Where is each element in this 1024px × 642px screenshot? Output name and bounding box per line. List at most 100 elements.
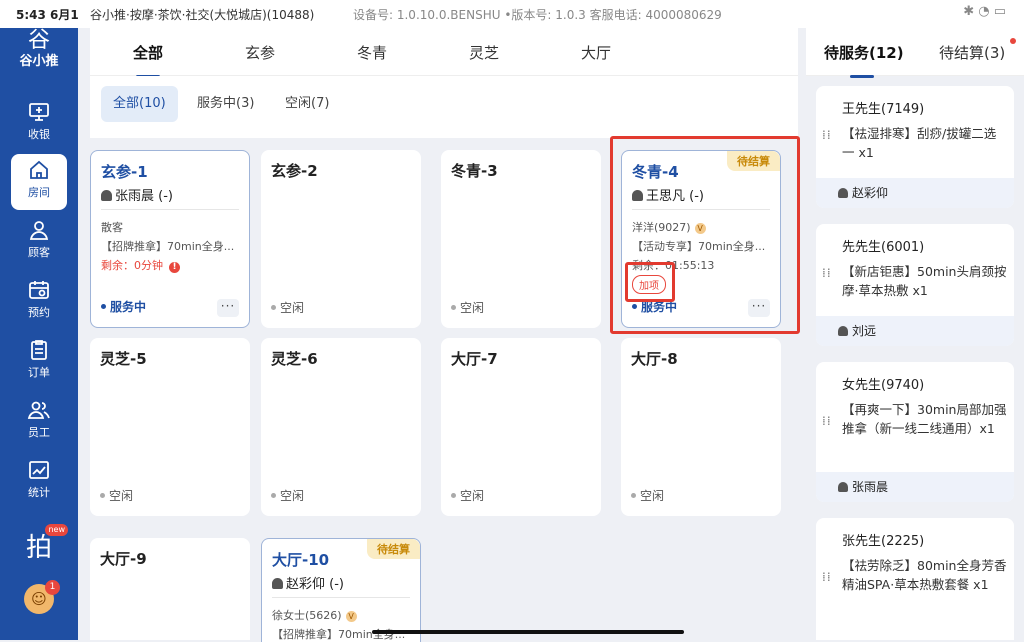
customer-text: 徐女士(5626) [272,609,342,622]
remaining-text: 剩余：0分钟 [101,259,163,272]
status-text: 空闲 [280,489,305,503]
room-card[interactable]: 玄参-1 张雨晨 (-) 散客 【招牌推拿】70min全身... 剩余：0分钟!… [90,150,250,328]
logo-glyph: 谷 [27,28,50,53]
room-name: 大厅-7 [451,350,498,368]
queue-panel: 待服务(12) 待结算(3) 王先生(7149) ⁞⁞ 【祛湿排寒】刮痧/拔罐二… [806,28,1024,640]
sidebar-item-cashier[interactable]: 收银 [11,96,67,152]
sidebar-item-label: 订单 [28,366,50,379]
room-staff: 赵彩仰 (-) [272,573,344,592]
queue-card[interactable]: 女先生(9740) ⁞⁞ 【再爽一下】30min局部加强推拿（新一线二线通用）x… [816,362,1014,502]
sidebar-item-orders[interactable]: 订单 [11,334,67,390]
sidebar-item-label: 顾客 [28,246,50,259]
service-name: 【招牌推拿】70min全身... [101,240,235,253]
room-card[interactable]: 大厅-7 空闲 [441,338,601,516]
tab-dongqing[interactable]: 冬青 [342,42,402,63]
tab-waiting[interactable]: 待服务(12) [824,42,904,78]
promo-button[interactable]: 拍 new [20,524,68,566]
status-dot [271,493,276,498]
status-dot [100,493,105,498]
tab-lingzhi[interactable]: 灵芝 [454,42,514,63]
status-dot [451,493,456,498]
room-card[interactable]: 冬青-3 空闲 [441,150,601,328]
status-bar: 5:43 6月1 谷小推·按摩·茶饮·社交(大悦城店)(10488) 设备号: … [0,0,1024,28]
app-logo: 谷 谷小推 [10,28,68,78]
queue-service: 【新店钜惠】50min头肩颈按摩·草本热敷 x1 [842,264,1007,298]
sidebar-item-customers[interactable]: 顾客 [11,214,67,270]
status-filter: 全部(10) 服务中(3) 空闲(7) [90,76,798,138]
status-text: 空闲 [460,489,485,503]
avatar[interactable]: ☺ 1 [24,580,60,614]
staff-name: 赵彩仰 (-) [286,577,344,592]
room-status: 服务中 [101,298,146,315]
avatar-icon: ☺ [31,590,47,608]
room-staff: 张雨晨 (-) [101,185,173,204]
sidebar-item-label: 预约 [28,306,50,319]
queue-tabs: 待服务(12) 待结算(3) [806,28,1024,78]
queue-card[interactable]: 先先生(6001) ⁞⁞ 【新店钜惠】50min头肩颈按摩·草本热敷 x1 刘远 [816,224,1014,346]
room-card[interactable]: 待结算 大厅-10 赵彩仰 (-) 徐女士(5626) V 【招牌推拿】70min… [261,538,421,642]
person-icon [838,326,848,336]
filter-all[interactable]: 全部(10) [101,86,178,122]
staff-name: 张雨晨 (-) [115,189,173,204]
sidebar: 谷 谷小推 收银 房间 顾客 预约 订单 员工 统计 拍 new ☺ 1 [0,0,78,640]
sidebar-item-booking[interactable]: 预约 [11,274,67,330]
room-name: 灵芝-6 [271,350,318,368]
drag-handle-icon[interactable]: ⁞⁞ [822,415,832,427]
status-text: 空闲 [640,489,665,503]
divider [101,209,239,210]
room-card[interactable]: 灵芝-6 空闲 [261,338,421,516]
sidebar-item-rooms[interactable]: 房间 [11,154,67,210]
status-dot [631,493,636,498]
queue-customer: 女先生(9740) [842,378,925,393]
system-icons: ✱ ◔ ▭ [963,4,1006,19]
filter-idle[interactable]: 空闲(7) [273,86,341,122]
room-card[interactable]: 大厅-8 空闲 [621,338,781,516]
room-status: 空闲 [451,487,484,504]
filter-in-service[interactable]: 服务中(3) [185,86,266,122]
drag-handle-icon[interactable]: ⁞⁞ [822,129,832,141]
staff-icon [27,401,50,419]
customer-name: 徐女士(5626) V [272,607,357,623]
room-status: 空闲 [100,487,133,504]
room-card[interactable]: 大厅-9 [90,538,250,640]
staff-name: 张雨晨 [852,480,889,494]
room-status: 空闲 [271,299,304,316]
room-name: 冬青-3 [451,162,498,180]
warning-icon: ! [169,262,180,273]
monitor-icon [29,103,49,121]
more-button[interactable]: ··· [217,299,239,317]
drag-handle-icon[interactable]: ⁞⁞ [822,571,832,583]
promo-glyph: 拍 [25,533,52,563]
room-status: 空闲 [451,299,484,316]
highlight-box [610,136,800,334]
tab-all[interactable]: 全部 [118,42,178,78]
queue-staff: 刘远 [816,316,1014,346]
room-name: 大厅-10 [272,551,330,569]
tab-hall[interactable]: 大厅 [566,42,626,63]
sidebar-item-staff[interactable]: 员工 [11,394,67,450]
room-name: 玄参-2 [271,162,318,180]
sidebar-item-label: 收银 [28,128,50,141]
vip-icon: V [345,611,357,622]
new-badge: new [45,524,68,536]
room-card[interactable]: 玄参-2 空闲 [261,150,421,328]
tab-xuanshen[interactable]: 玄参 [230,42,290,63]
tab-settle[interactable]: 待结算(3) [939,42,1005,63]
store-name: 谷小推·按摩·茶饮·社交(大悦城店)(10488) [90,8,315,22]
sidebar-item-stats[interactable]: 统计 [11,454,67,510]
queue-customer: 先先生(6001) [842,240,925,255]
queue-card[interactable]: 王先生(7149) ⁞⁞ 【祛湿排寒】刮痧/拔罐二选一 x1 赵彩仰 [816,86,1014,208]
queue-staff: 张雨晨 [816,472,1014,502]
remaining-time: 剩余：0分钟! [101,257,180,273]
room-name: 大厅-8 [631,350,678,368]
queue-staff: 赵彩仰 [816,178,1014,208]
home-indicator[interactable] [372,630,684,634]
person-icon [838,188,848,198]
drag-handle-icon[interactable]: ⁞⁞ [822,267,832,279]
notification-badge: 1 [45,580,60,595]
person-icon [101,190,112,201]
room-tabs: 全部 玄参 冬青 灵芝 大厅 [90,28,798,78]
queue-card[interactable]: 张先生(2225) ⁞⁞ 【祛劳除乏】80min全身芳香精油SPA·草本热敷套餐… [816,518,1014,640]
room-card[interactable]: 灵芝-5 空闲 [90,338,250,516]
sidebar-item-label: 员工 [28,426,50,439]
